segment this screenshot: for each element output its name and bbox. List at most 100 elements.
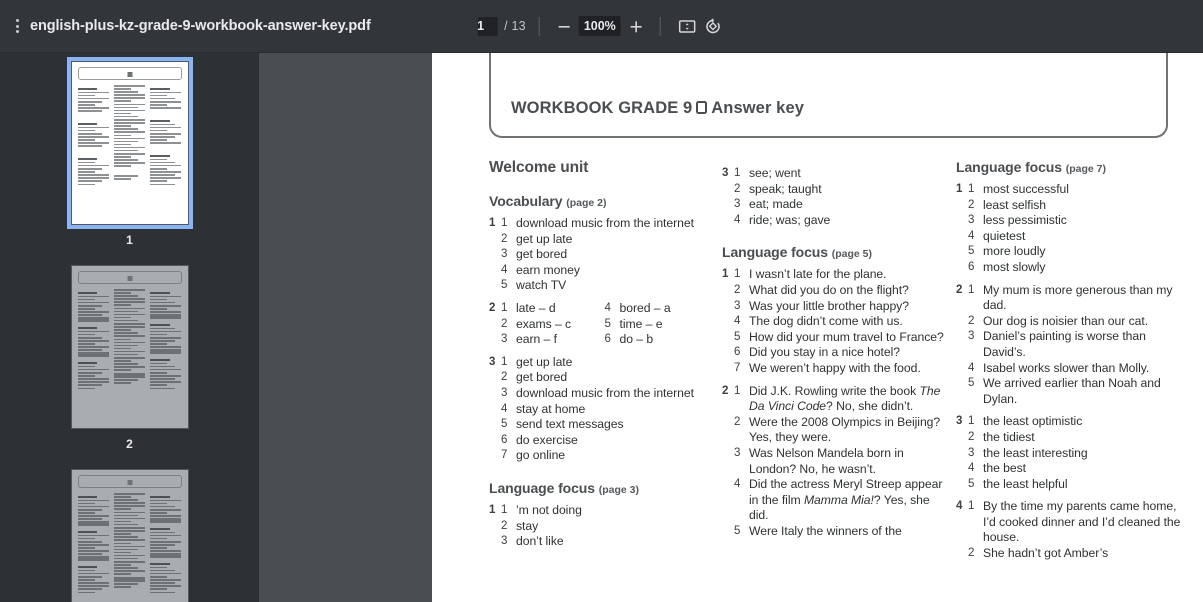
answer-item-text: the least interesting <box>983 445 1088 460</box>
answer-item-number: 1 <box>501 301 508 314</box>
exercise-number: 1 <box>489 503 496 516</box>
answer-item-text: do exercise <box>516 432 578 447</box>
section-title: Vocabulary (page 2) <box>489 193 704 209</box>
answer-item-text: speak; taught <box>749 181 822 196</box>
section-page-ref: (page 5) <box>831 248 873 261</box>
section-title: Language focus (page 5) <box>722 244 944 260</box>
toolbar-divider <box>538 16 540 36</box>
answer-item: 1 Did J.K. Rowling write the book The Da … <box>734 384 944 415</box>
answer-item-text: more loudly <box>983 244 1046 259</box>
page-header-box: WORKBOOK GRADE 9 Answer key <box>489 53 1168 138</box>
answer-item-text: get up late <box>516 354 573 369</box>
answer-item: 4 The dog didn’t come with us. <box>734 314 944 330</box>
answer-item-number: 5 <box>968 377 975 390</box>
answer-item-text: earn – f <box>516 332 557 347</box>
answer-item-text: I wasn’t late for the plane. <box>749 267 887 282</box>
answer-item-number: 3 <box>734 446 741 459</box>
exercise-number: 1 <box>489 217 496 229</box>
minus-icon[interactable] <box>553 15 575 37</box>
answer-item-text: least selfish <box>983 197 1047 212</box>
exercise-number: 1 <box>956 183 963 195</box>
answer-item-text: earn money <box>516 262 580 277</box>
thumbnail-sidebar[interactable]: 1 2 3 <box>0 53 259 602</box>
plus-icon[interactable] <box>625 15 647 37</box>
answer-item-text: the tidiest <box>983 429 1035 444</box>
page-thumbnail-1[interactable] <box>66 57 193 229</box>
answer-item-text: Were Italy the winners of the <box>749 523 902 538</box>
answer-item: 7 go online <box>501 448 704 464</box>
answer-item-text: How did your mum travel to France? <box>749 329 944 344</box>
thumbnail-item[interactable]: 1 <box>0 57 259 247</box>
section-title-text: Language focus <box>489 479 599 496</box>
answer-item: 5 more loudly <box>968 244 1186 260</box>
exercise-number: 2 <box>722 384 729 397</box>
answer-item-text: don’t like <box>516 534 564 549</box>
exercise-number: 2 <box>489 301 496 314</box>
answer-item-number: 4 <box>968 361 975 374</box>
answer-item: 3 less pessimistic <box>968 213 1186 229</box>
answer-item-number: 4 <box>968 462 975 475</box>
answer-item: 1 most successful <box>968 182 1186 198</box>
answer-item: 2 get bored <box>501 370 704 386</box>
page-thumbnail-2[interactable] <box>70 265 189 429</box>
more-vert-icon[interactable] <box>2 11 32 41</box>
answer-item: 4 earn money <box>501 263 704 279</box>
answer-item: 3 Was your little brother happy? <box>734 299 944 315</box>
answer-item: 7 We weren’t happy with the food. <box>734 361 944 377</box>
answer-item: 1 I wasn’t late for the plane. <box>734 267 944 283</box>
rotate-icon[interactable] <box>700 14 726 38</box>
answer-item-number: 2 <box>501 371 508 384</box>
exercise-block: 2 1 My mum is more generous than my dad. 2 O… <box>956 283 1186 408</box>
answer-item: 6 do – b <box>605 332 705 348</box>
answer-item-number: 2 <box>968 314 975 327</box>
thumbnail-item[interactable]: 3 <box>0 469 259 602</box>
answer-item-text: late – d <box>516 300 556 315</box>
answer-item-text: Did the actress Meryl Streep appear in t… <box>749 477 943 523</box>
fit-to-page-icon[interactable] <box>674 14 700 38</box>
exercise-number: 4 <box>956 500 963 513</box>
answer-item-number: 7 <box>734 361 741 374</box>
answer-item-number: 1 <box>734 384 741 397</box>
answer-item-text: The dog didn’t come with us. <box>749 314 903 329</box>
answer-item-text: most slowly <box>983 259 1046 274</box>
exercise-block: 1 1 ’m not doing 2 stay 3 don’t like <box>489 503 704 550</box>
section-title-text: Language focus <box>722 244 832 261</box>
document-viewport[interactable]: WORKBOOK GRADE 9 Answer key Welcome unit V… <box>259 53 1203 602</box>
answer-item-text: less pessimistic <box>983 213 1067 228</box>
answer-item-number: 2 <box>501 519 508 532</box>
toolbar-center-controls: / 13 100% <box>477 0 726 52</box>
answer-item-text: see; went <box>749 166 801 180</box>
answer-item-text: What did you do on the flight? <box>749 282 909 297</box>
page-thumbnail-3[interactable] <box>70 469 189 602</box>
thumbnail-item[interactable]: 2 <box>0 265 259 451</box>
answer-item-text: We arrived earlier than Noah and Dylan. <box>983 376 1161 406</box>
answer-item: 2 Our dog is noisier than our cat. <box>968 314 1186 330</box>
exercise-number: 3 <box>489 355 496 368</box>
answer-item-text: bored – a <box>619 300 671 315</box>
answer-item-number: 5 <box>501 279 508 292</box>
answer-item: 3 the least interesting <box>968 446 1186 462</box>
pdf-page-1: WORKBOOK GRADE 9 Answer key Welcome unit V… <box>432 53 1203 602</box>
section-page-ref: (page 3) <box>598 483 640 496</box>
zoom-level-label[interactable]: 100% <box>578 16 621 36</box>
page-number-input[interactable] <box>477 16 498 36</box>
answer-item: 2 get up late <box>501 232 704 248</box>
thumbnail-label: 1 <box>126 233 133 247</box>
answer-item-number: 5 <box>968 477 975 490</box>
answer-item-number: 4 <box>734 478 741 491</box>
answer-item: 1 By the time my parents came home, I’d c… <box>968 499 1186 546</box>
answer-item: 1 see; went <box>734 166 944 182</box>
thumbnail-label: 2 <box>126 437 133 451</box>
answer-item-text: get up late <box>516 231 573 246</box>
answer-item-number: 1 <box>734 167 741 179</box>
answer-item: 3 download music from the internet <box>501 386 704 402</box>
exercise-block: 11 I wasn’t late for the plane. 2 What did … <box>722 267 944 376</box>
answer-item-number: 3 <box>734 198 741 211</box>
pdf-toolbar: english-plus-kz-grade-9-workbook-answer-… <box>0 0 1203 53</box>
answer-item-number: 7 <box>501 449 508 462</box>
answer-column-2: 3 1 see; went 2 speak; taught 3 eat; made 4 ride… <box>722 159 944 539</box>
answer-item-number: 5 <box>734 524 741 537</box>
exercise-block: 3 1 see; went 2 speak; taught 3 eat; made 4 ride… <box>722 166 944 228</box>
answer-item-number: 3 <box>968 446 975 459</box>
answer-item-number: 3 <box>968 330 975 343</box>
